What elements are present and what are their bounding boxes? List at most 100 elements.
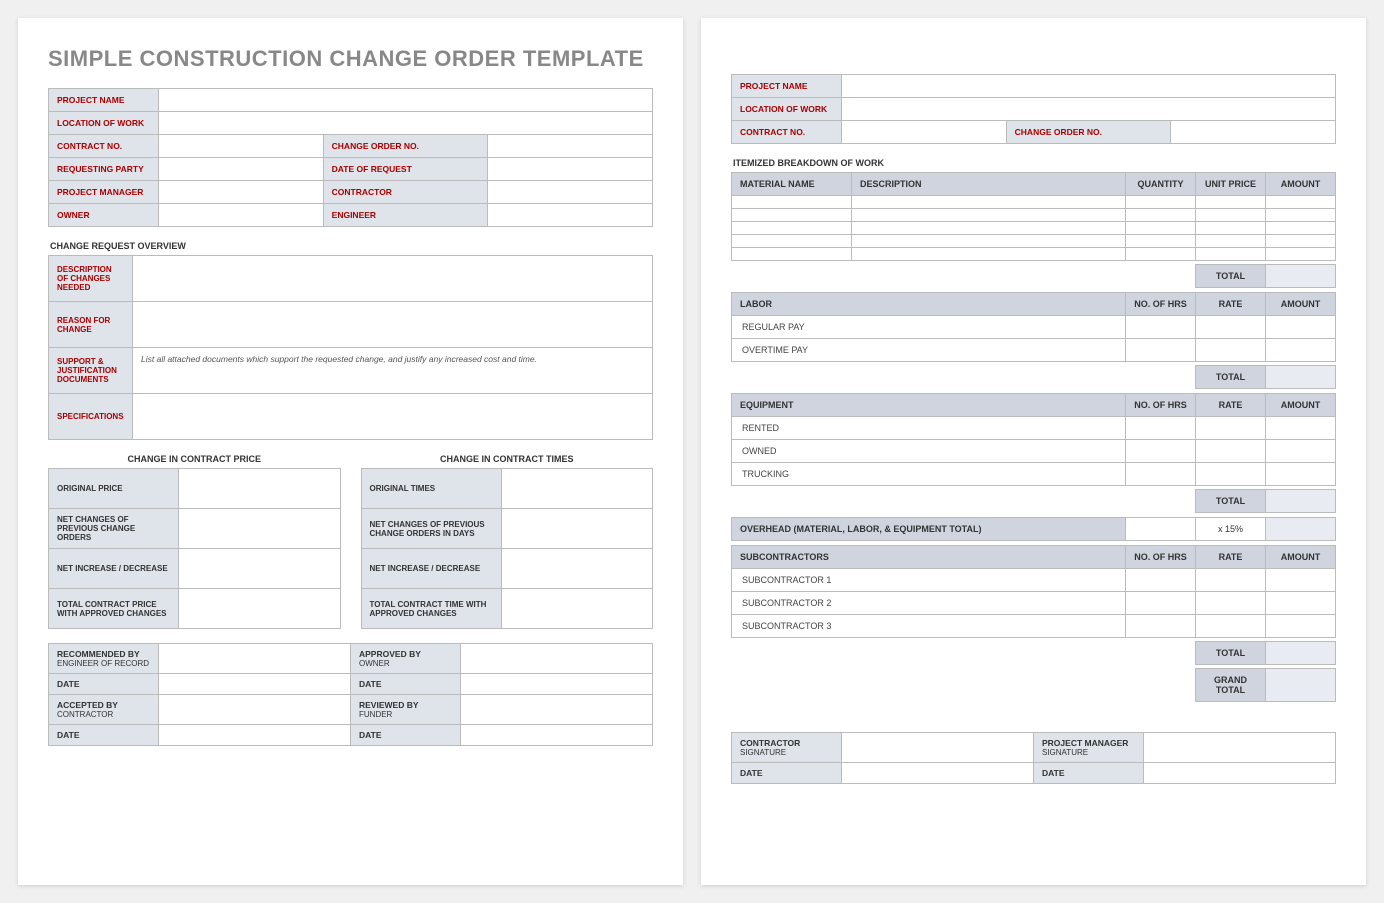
input-project-name[interactable] bbox=[159, 89, 653, 112]
subs-total-value[interactable] bbox=[1266, 642, 1336, 665]
input-date-of-request[interactable] bbox=[488, 158, 653, 181]
page-1: SIMPLE CONSTRUCTION CHANGE ORDER TEMPLAT… bbox=[18, 18, 683, 885]
input-reason[interactable] bbox=[133, 302, 653, 348]
eq-total-value[interactable] bbox=[1266, 490, 1336, 513]
input-contract-no[interactable] bbox=[159, 135, 324, 158]
overview-title: CHANGE REQUEST OVERVIEW bbox=[50, 241, 653, 251]
input-requesting-party[interactable] bbox=[159, 158, 324, 181]
p2-lbl-date-2: DATE bbox=[1034, 763, 1144, 784]
th-material-name: MATERIAL NAME bbox=[732, 173, 852, 196]
th-subs-hrs: NO. OF HRS bbox=[1126, 546, 1196, 569]
equipment-table: EQUIPMENT NO. OF HRS RATE AMOUNT RENTED … bbox=[731, 393, 1336, 513]
labor-total-label: TOTAL bbox=[1196, 366, 1266, 389]
material-table: MATERIAL NAME DESCRIPTION QUANTITY UNIT … bbox=[731, 172, 1336, 288]
labor-table: LABOR NO. OF HRS RATE AMOUNT REGULAR PAY… bbox=[731, 292, 1336, 389]
p2-input-pm-sig[interactable] bbox=[1144, 733, 1336, 763]
material-row bbox=[732, 209, 1336, 222]
th-labor-rate: RATE bbox=[1196, 293, 1266, 316]
p2-input-change-order-no[interactable] bbox=[1171, 121, 1336, 144]
labor-overtime: OVERTIME PAY bbox=[732, 339, 1126, 362]
overhead-amount[interactable] bbox=[1266, 518, 1336, 541]
lbl-date-1: DATE bbox=[49, 674, 159, 695]
th-subs: SUBCONTRACTORS bbox=[732, 546, 1126, 569]
input-net-prev-price[interactable] bbox=[179, 509, 341, 549]
p2-input-contractor-sig[interactable] bbox=[842, 733, 1034, 763]
material-row bbox=[732, 248, 1336, 261]
eq-owned: OWNED bbox=[732, 440, 1126, 463]
input-accepted-by[interactable] bbox=[159, 695, 351, 725]
page-title: SIMPLE CONSTRUCTION CHANGE ORDER TEMPLAT… bbox=[48, 46, 653, 72]
th-overhead: OVERHEAD (MATERIAL, LABOR, & EQUIPMENT T… bbox=[732, 518, 1126, 541]
grand-total-value[interactable] bbox=[1266, 669, 1336, 702]
lbl-specs: SPECIFICATIONS bbox=[49, 394, 133, 440]
p2-input-project-name[interactable] bbox=[842, 75, 1336, 98]
lbl-support: SUPPORT & JUSTIFICATION DOCUMENTS bbox=[49, 348, 133, 394]
lbl-net-inc-price: NET INCREASE / DECREASE bbox=[49, 549, 179, 589]
lbl-contract-no: CONTRACT NO. bbox=[49, 135, 159, 158]
input-orig-price[interactable] bbox=[179, 469, 341, 509]
lbl-project-name: PROJECT NAME bbox=[49, 89, 159, 112]
input-project-manager[interactable] bbox=[159, 181, 324, 204]
overhead-table: OVERHEAD (MATERIAL, LABOR, & EQUIPMENT T… bbox=[731, 517, 1336, 541]
th-labor-amount: AMOUNT bbox=[1266, 293, 1336, 316]
input-recommended-by[interactable] bbox=[159, 644, 351, 674]
input-net-inc-price[interactable] bbox=[179, 549, 341, 589]
th-material-amount: AMOUNT bbox=[1266, 173, 1336, 196]
lbl-approved-by: APPROVED BYOWNER bbox=[351, 644, 461, 674]
overhead-blank[interactable] bbox=[1126, 518, 1196, 541]
lbl-date-3: DATE bbox=[49, 725, 159, 746]
input-total-times[interactable] bbox=[501, 589, 653, 629]
overview-table: DESCRIPTION OF CHANGES NEEDED REASON FOR… bbox=[48, 255, 653, 440]
input-net-prev-times[interactable] bbox=[501, 509, 653, 549]
labor-regular: REGULAR PAY bbox=[732, 316, 1126, 339]
lbl-net-inc-times: NET INCREASE / DECREASE bbox=[361, 549, 501, 589]
input-total-price[interactable] bbox=[179, 589, 341, 629]
support-note[interactable]: List all attached documents which suppor… bbox=[133, 348, 653, 394]
p2-lbl-location: LOCATION OF WORK bbox=[732, 98, 842, 121]
lbl-net-prev-times: NET CHANGES OF PREVIOUS CHANGE ORDERS IN… bbox=[361, 509, 501, 549]
input-specs[interactable] bbox=[133, 394, 653, 440]
lbl-reviewed-by: REVIEWED BYFUNDER bbox=[351, 695, 461, 725]
lbl-orig-times: ORIGINAL TIMES bbox=[361, 469, 501, 509]
input-orig-times[interactable] bbox=[501, 469, 653, 509]
page-2: PROJECT NAME LOCATION OF WORK CONTRACT N… bbox=[701, 18, 1366, 885]
input-desc-changes[interactable] bbox=[133, 256, 653, 302]
input-location[interactable] bbox=[159, 112, 653, 135]
input-owner[interactable] bbox=[159, 204, 324, 227]
p2-input-date-1[interactable] bbox=[842, 763, 1034, 784]
th-subs-rate: RATE bbox=[1196, 546, 1266, 569]
input-net-inc-times[interactable] bbox=[501, 549, 653, 589]
material-row bbox=[732, 196, 1336, 209]
labor-total-value[interactable] bbox=[1266, 366, 1336, 389]
input-date-3[interactable] bbox=[159, 725, 351, 746]
p2-header-table: PROJECT NAME LOCATION OF WORK CONTRACT N… bbox=[731, 74, 1336, 144]
material-row bbox=[732, 222, 1336, 235]
th-subs-amount: AMOUNT bbox=[1266, 546, 1336, 569]
p2-input-contract-no[interactable] bbox=[842, 121, 1007, 144]
lbl-location: LOCATION OF WORK bbox=[49, 112, 159, 135]
p2-lbl-project-name: PROJECT NAME bbox=[732, 75, 842, 98]
p2-input-date-2[interactable] bbox=[1144, 763, 1336, 784]
input-date-1[interactable] bbox=[159, 674, 351, 695]
material-total-value[interactable] bbox=[1266, 265, 1336, 288]
input-date-4[interactable] bbox=[461, 725, 653, 746]
th-material-qty: QUANTITY bbox=[1126, 173, 1196, 196]
lbl-engineer: ENGINEER bbox=[323, 204, 488, 227]
p2-input-location[interactable] bbox=[842, 98, 1336, 121]
lbl-desc-changes: DESCRIPTION OF CHANGES NEEDED bbox=[49, 256, 133, 302]
input-change-order-no[interactable] bbox=[488, 135, 653, 158]
input-engineer[interactable] bbox=[488, 204, 653, 227]
header-table: PROJECT NAME LOCATION OF WORK CONTRACT N… bbox=[48, 88, 653, 227]
p2-lbl-contract-no: CONTRACT NO. bbox=[732, 121, 842, 144]
lbl-accepted-by: ACCEPTED BYCONTRACTOR bbox=[49, 695, 159, 725]
input-contractor[interactable] bbox=[488, 181, 653, 204]
input-reviewed-by[interactable] bbox=[461, 695, 653, 725]
th-eq-rate: RATE bbox=[1196, 394, 1266, 417]
input-approved-by[interactable] bbox=[461, 644, 653, 674]
itemized-title: ITEMIZED BREAKDOWN OF WORK bbox=[733, 158, 1336, 168]
lbl-contractor: CONTRACTOR bbox=[323, 181, 488, 204]
th-eq-hrs: NO. OF HRS bbox=[1126, 394, 1196, 417]
input-date-2[interactable] bbox=[461, 674, 653, 695]
th-material-desc: DESCRIPTION bbox=[852, 173, 1126, 196]
material-total-label: TOTAL bbox=[1196, 265, 1266, 288]
